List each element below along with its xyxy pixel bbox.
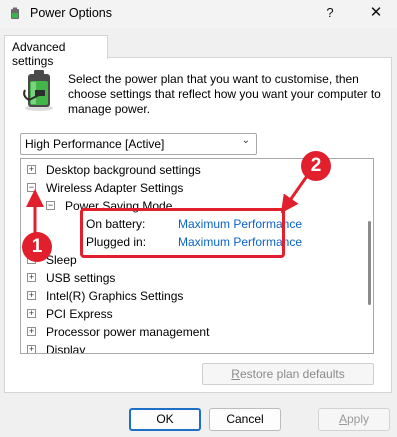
expand-icon[interactable]: + bbox=[27, 291, 36, 300]
tree-item-label: Display bbox=[46, 343, 86, 354]
expand-icon[interactable]: + bbox=[27, 273, 36, 282]
tree-item-label: Sleep bbox=[46, 253, 77, 267]
tab-advanced-settings[interactable]: Advanced settings bbox=[4, 35, 108, 68]
expand-icon[interactable]: + bbox=[27, 345, 36, 353]
apply-button[interactable]: Apply bbox=[318, 408, 390, 431]
annotation-marker-2: 2 bbox=[301, 151, 331, 181]
cancel-button[interactable]: Cancel bbox=[209, 408, 281, 431]
tree-item-pci-express[interactable]: + PCI Express bbox=[21, 305, 373, 323]
tree-scrollbar[interactable] bbox=[368, 221, 371, 305]
tree-item-display[interactable]: + Display bbox=[21, 341, 373, 354]
chevron-down-icon: ⌄ bbox=[241, 135, 250, 146]
apply-label: pply bbox=[347, 412, 370, 426]
expand-icon[interactable]: + bbox=[27, 309, 36, 318]
tree-item-processor-power[interactable]: + Processor power management bbox=[21, 323, 373, 341]
title-bar: Power Options ? ✕ bbox=[0, 0, 397, 28]
expand-icon[interactable]: + bbox=[27, 327, 36, 336]
restore-accelerator: R bbox=[231, 367, 240, 381]
ok-button[interactable]: OK bbox=[129, 408, 201, 431]
tree-item-label: Wireless Adapter Settings bbox=[46, 181, 184, 195]
battery-icon bbox=[23, 70, 53, 111]
tree-item-label: PCI Express bbox=[46, 307, 113, 321]
tree-item-label: Desktop background settings bbox=[46, 163, 201, 177]
restore-label: estore plan defaults bbox=[239, 367, 345, 381]
collapse-icon[interactable]: − bbox=[27, 183, 36, 192]
tree-item-intel-graphics[interactable]: + Intel(R) Graphics Settings bbox=[21, 287, 373, 305]
tree-item-label: Processor power management bbox=[46, 325, 210, 339]
tree-item-label: Intel(R) Graphics Settings bbox=[46, 289, 184, 303]
restore-plan-defaults-button[interactable]: Restore plan defaults bbox=[202, 363, 374, 385]
intro-text: Select the power plan that you want to c… bbox=[68, 72, 381, 116]
window-title: Power Options bbox=[30, 6, 112, 20]
plan-select[interactable]: High Performance [Active] ⌄ bbox=[20, 133, 257, 155]
close-button[interactable]: ✕ bbox=[363, 2, 389, 24]
highlight-box bbox=[80, 208, 285, 258]
collapse-icon[interactable]: − bbox=[46, 201, 55, 210]
tree-item-wireless-adapter[interactable]: − Wireless Adapter Settings bbox=[21, 179, 373, 197]
power-options-icon bbox=[11, 7, 19, 19]
plan-select-value: High Performance [Active] bbox=[25, 137, 165, 151]
expand-icon[interactable]: + bbox=[27, 165, 36, 174]
tree-item-label: USB settings bbox=[46, 271, 116, 285]
tree-item-usb-settings[interactable]: + USB settings bbox=[21, 269, 373, 287]
help-button[interactable]: ? bbox=[317, 2, 343, 24]
apply-accelerator: A bbox=[338, 412, 347, 426]
annotation-marker-1: 1 bbox=[22, 232, 52, 262]
